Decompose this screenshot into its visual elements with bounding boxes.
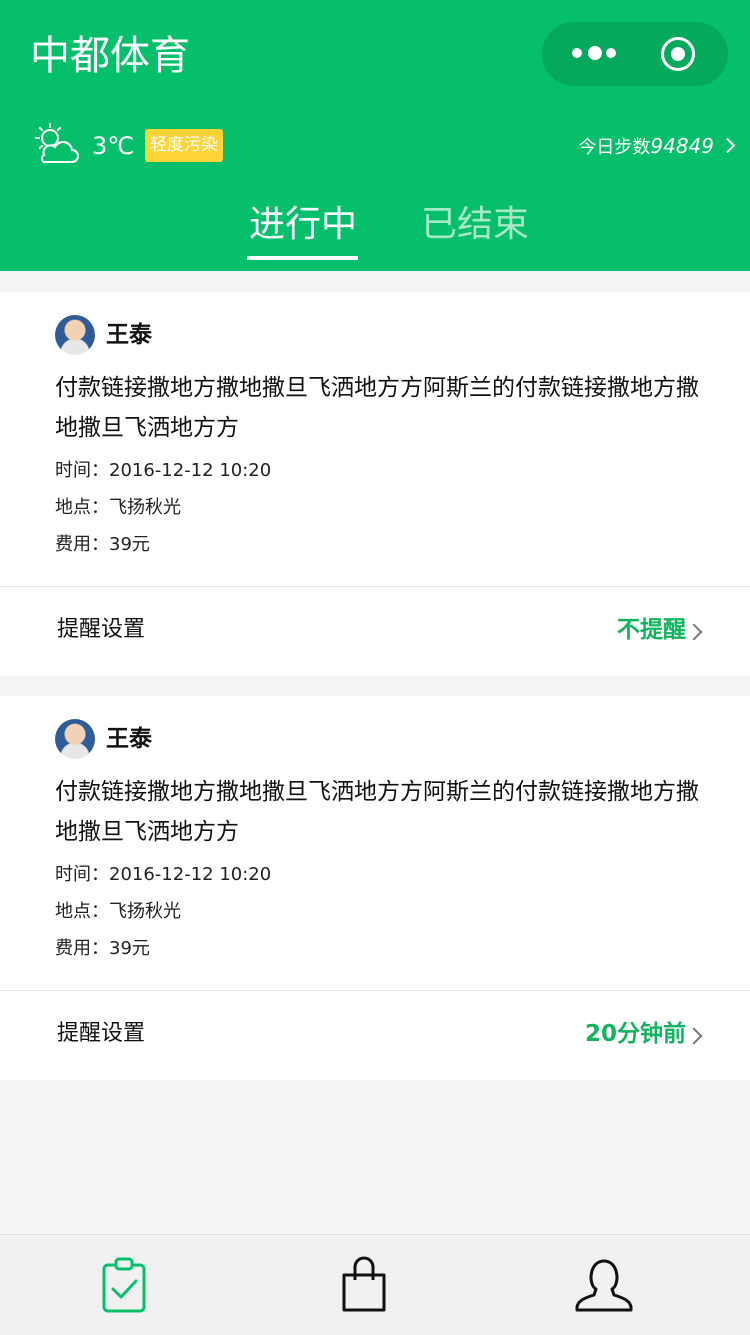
air-quality-badge: 轻度污染 [145,129,223,162]
event-fee: 费用：39元 [55,534,150,555]
divider [0,586,750,587]
event-time: 时间：2016-12-12 10:20 [55,460,272,481]
avatar [55,315,95,355]
divider [0,990,750,991]
event-place: 地点：飞扬秋光 [55,901,181,922]
temperature: 3℃ [92,132,135,160]
chevron-right-icon [719,137,736,154]
remind-setting-value[interactable]: 20分钟前 [585,1016,686,1052]
shopping-bag-icon[interactable] [334,1255,394,1315]
steps-label: 今日步数 [578,137,651,158]
clipboard-check-icon[interactable] [94,1255,154,1315]
tab-in-progress[interactable]: 进行中 [249,200,357,250]
remind-setting-value[interactable]: 不提醒 [617,612,686,648]
event-time: 时间：2016-12-12 10:20 [55,864,272,885]
chevron-right-icon[interactable] [685,1027,703,1045]
chevron-right-icon[interactable] [685,623,703,641]
event-fee: 费用：39元 [55,938,150,959]
tab-underline [247,256,358,260]
user-name: 王泰 [106,726,152,752]
remind-setting-label: 提醒设置 [57,617,146,642]
person-icon[interactable] [574,1255,634,1315]
bottom-tab-bar [0,1234,750,1335]
event-description: 付款链接撒地方撒地撒旦飞洒地方方阿斯兰的付款链接撒地方撒地撒旦飞洒地方方 [55,375,699,441]
tab-ended[interactable]: 已结束 [421,200,529,250]
steps-link[interactable]: 今日步数94849 [578,132,736,162]
more-icon[interactable] [572,42,622,66]
header: 中都体育 3℃ 轻度污染 今日步数94849 进行中 已结束 [0,0,750,271]
user-name: 王泰 [106,322,152,348]
event-description: 付款链接撒地方撒地撒旦飞洒地方方阿斯兰的付款链接撒地方撒地撒旦飞洒地方方 [55,779,699,845]
event-card[interactable]: 王泰 付款链接撒地方撒地撒旦飞洒地方方阿斯兰的付款链接撒地方撒地撒旦飞洒地方方 … [0,292,750,676]
avatar [55,719,95,759]
miniprogram-capsule [542,22,728,86]
close-icon[interactable] [661,37,695,71]
event-card[interactable]: 王泰 付款链接撒地方撒地撒旦飞洒地方方阿斯兰的付款链接撒地方撒地撒旦飞洒地方方 … [0,696,750,1080]
steps-value: 94849 [650,134,714,158]
partly-cloudy-icon [35,123,79,163]
app-title: 中都体育 [30,33,190,79]
event-place: 地点：飞扬秋光 [55,497,181,518]
remind-setting-label: 提醒设置 [57,1021,146,1046]
